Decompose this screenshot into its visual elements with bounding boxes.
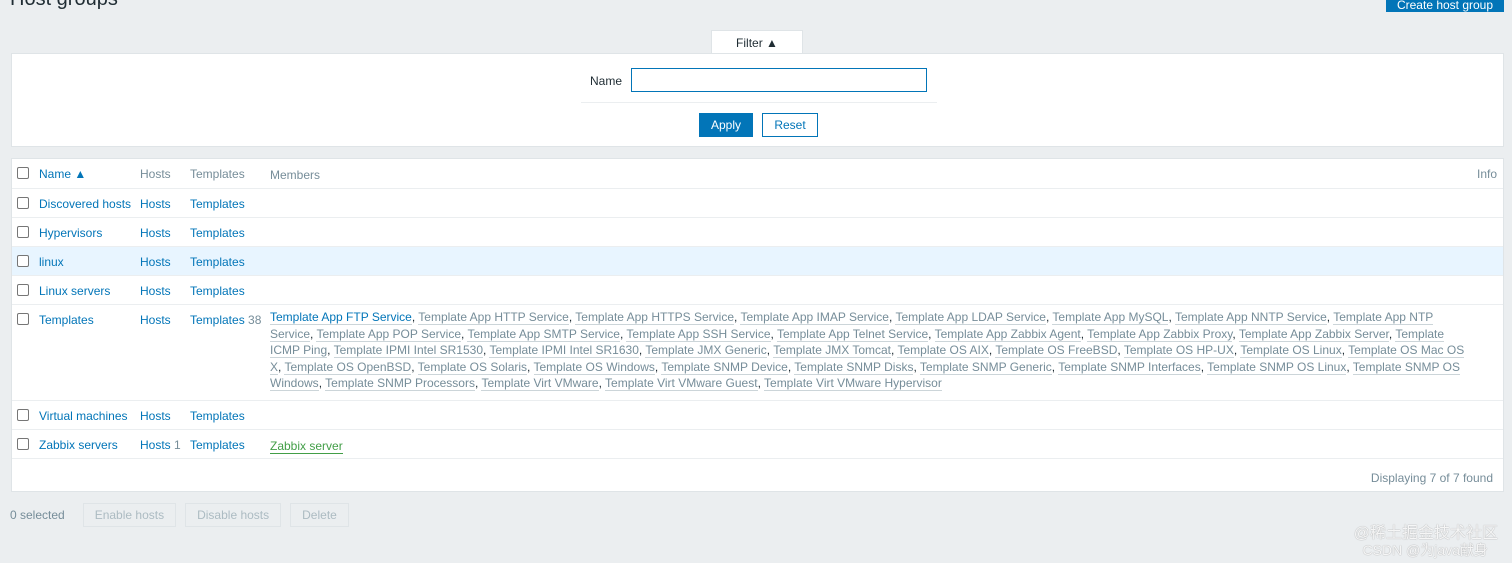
member-link[interactable]: Template App POP Service <box>316 326 461 342</box>
table-row: Linux servers Hosts Templates <box>12 276 1503 305</box>
member-link[interactable]: Template Virt VMware Hypervisor <box>764 376 942 392</box>
member-link[interactable]: Template IPMI Intel SR1630 <box>489 343 639 359</box>
member-link[interactable]: Template App MySQL <box>1052 310 1169 325</box>
members-list: Template App FTP Service, Template App H… <box>270 310 1465 392</box>
results-count: Displaying 7 of 7 found <box>1370 471 1493 485</box>
row-checkbox[interactable] <box>17 313 29 325</box>
templates-link[interactable]: Templates <box>190 255 245 269</box>
filter-tab[interactable]: Filter ▲ <box>711 30 803 54</box>
column-templates: Templates <box>190 167 245 181</box>
table-row: Zabbix servers Hosts 1 Templates Zabbix … <box>12 430 1503 459</box>
column-hosts: Hosts <box>140 167 171 181</box>
templates-link[interactable]: Templates <box>190 438 245 452</box>
column-members: Members <box>270 168 321 182</box>
templates-count: 38 <box>248 313 262 327</box>
row-checkbox[interactable] <box>17 255 29 267</box>
member-link[interactable]: Template App FTP Service <box>270 310 412 325</box>
templates-link[interactable]: Templates <box>190 284 245 298</box>
selected-count: 0 selected <box>10 508 65 522</box>
create-host-group-button[interactable]: Create host group <box>1386 0 1504 12</box>
group-name-link[interactable]: Zabbix servers <box>39 438 118 452</box>
member-link[interactable]: Template IPMI Intel SR1530 <box>333 343 484 359</box>
group-name-link[interactable]: Virtual machines <box>39 409 128 423</box>
reset-button[interactable]: Reset <box>762 113 818 137</box>
group-name-link[interactable]: Templates <box>39 313 94 327</box>
column-info: Info <box>1476 167 1497 181</box>
hosts-link[interactable]: Hosts <box>140 313 171 327</box>
member-link[interactable]: Template OS Solaris <box>417 359 528 375</box>
sort-by-name[interactable]: Name ▲ <box>39 167 86 181</box>
table-header: Name ▲ Hosts Templates Members Info <box>12 159 1503 189</box>
templates-link[interactable]: Templates <box>190 197 245 211</box>
member-link[interactable]: Template OS AIX <box>897 343 989 359</box>
hosts-count: 1 <box>174 438 181 452</box>
delete-button[interactable]: Delete <box>290 503 349 527</box>
name-label: Name <box>590 74 623 88</box>
apply-button[interactable]: Apply <box>699 113 753 137</box>
member-link[interactable]: Template App Zabbix Server <box>1238 326 1389 342</box>
row-checkbox[interactable] <box>17 284 29 296</box>
hosts-link[interactable]: Hosts <box>140 409 171 423</box>
group-name-link[interactable]: Linux servers <box>39 284 110 298</box>
member-link[interactable]: Template SNMP Interfaces <box>1058 359 1201 375</box>
member-link[interactable]: Template OS OpenBSD <box>284 359 412 375</box>
member-link[interactable]: Template SNMP Generic <box>919 359 1052 375</box>
row-checkbox[interactable] <box>17 438 29 450</box>
watermark: CSDN @为java献身 <box>1362 542 1488 558</box>
member-link[interactable]: Template OS HP-UX <box>1123 343 1234 359</box>
group-name-link[interactable]: Discovered hosts <box>39 197 131 211</box>
table-row: Discovered hosts Hosts Templates <box>12 189 1503 218</box>
member-link[interactable]: Template App SSH Service <box>626 326 771 342</box>
disable-hosts-button[interactable]: Disable hosts <box>185 503 282 527</box>
hosts-link[interactable]: Hosts <box>140 197 171 211</box>
select-all-checkbox[interactable] <box>17 167 29 179</box>
page-title: Host groups <box>10 0 118 11</box>
member-link[interactable]: Zabbix server <box>270 439 343 454</box>
member-link[interactable]: Template App IMAP Service <box>740 310 889 325</box>
member-link[interactable]: Template App LDAP Service <box>895 310 1046 325</box>
templates-link[interactable]: Templates <box>190 313 245 327</box>
row-checkbox[interactable] <box>17 409 29 421</box>
member-link[interactable]: Template App SMTP Service <box>467 326 620 342</box>
hosts-link[interactable]: Hosts <box>140 438 171 452</box>
hosts-link[interactable]: Hosts <box>140 255 171 269</box>
hosts-link[interactable]: Hosts <box>140 226 171 240</box>
table-row: Templates Hosts Templates 38 Template Ap… <box>12 305 1503 401</box>
member-link[interactable]: Template App HTTPS Service <box>575 310 734 325</box>
host-groups-table: Name ▲ Hosts Templates Members Info Disc… <box>11 158 1504 492</box>
row-checkbox[interactable] <box>17 226 29 238</box>
member-link[interactable]: Template App Zabbix Agent <box>934 326 1081 342</box>
member-link[interactable]: Template OS Windows <box>533 359 655 375</box>
member-link[interactable]: Template JMX Generic <box>645 343 767 359</box>
table-row: Virtual machines Hosts Templates <box>12 401 1503 430</box>
member-link[interactable]: Template OS Linux <box>1240 343 1342 359</box>
templates-link[interactable]: Templates <box>190 226 245 240</box>
row-checkbox[interactable] <box>17 197 29 209</box>
member-link[interactable]: Template App Telnet Service <box>776 326 929 342</box>
group-name-link[interactable]: Hypervisors <box>39 226 102 240</box>
group-name-link[interactable]: linux <box>39 255 64 269</box>
member-link[interactable]: Template SNMP Disks <box>794 359 914 375</box>
member-link[interactable]: Template App NNTP Service <box>1174 310 1327 325</box>
name-filter-input[interactable] <box>631 68 927 92</box>
table-row: Hypervisors Hosts Templates <box>12 218 1503 247</box>
member-link[interactable]: Template JMX Tomcat <box>773 343 892 359</box>
member-link[interactable]: Template SNMP Processors <box>325 376 475 392</box>
member-link[interactable]: Template Virt VMware <box>481 376 599 392</box>
templates-link[interactable]: Templates <box>190 409 245 423</box>
member-link[interactable]: Template SNMP OS Linux <box>1207 359 1347 375</box>
table-row: linux Hosts Templates <box>12 247 1503 276</box>
hosts-link[interactable]: Hosts <box>140 284 171 298</box>
member-link[interactable]: Template OS FreeBSD <box>995 343 1118 359</box>
member-link[interactable]: Template App Zabbix Proxy <box>1087 326 1233 342</box>
enable-hosts-button[interactable]: Enable hosts <box>82 503 177 527</box>
member-link[interactable]: Template SNMP Device <box>661 359 788 375</box>
filter-panel: Name Apply Reset <box>11 53 1504 147</box>
mass-actions: 0 selected Enable hosts Disable hosts De… <box>10 503 349 527</box>
members-list: Zabbix server <box>270 438 1470 455</box>
member-link[interactable]: Template Virt VMware Guest <box>605 376 758 392</box>
member-link[interactable]: Template App HTTP Service <box>418 310 569 325</box>
divider <box>581 102 937 103</box>
